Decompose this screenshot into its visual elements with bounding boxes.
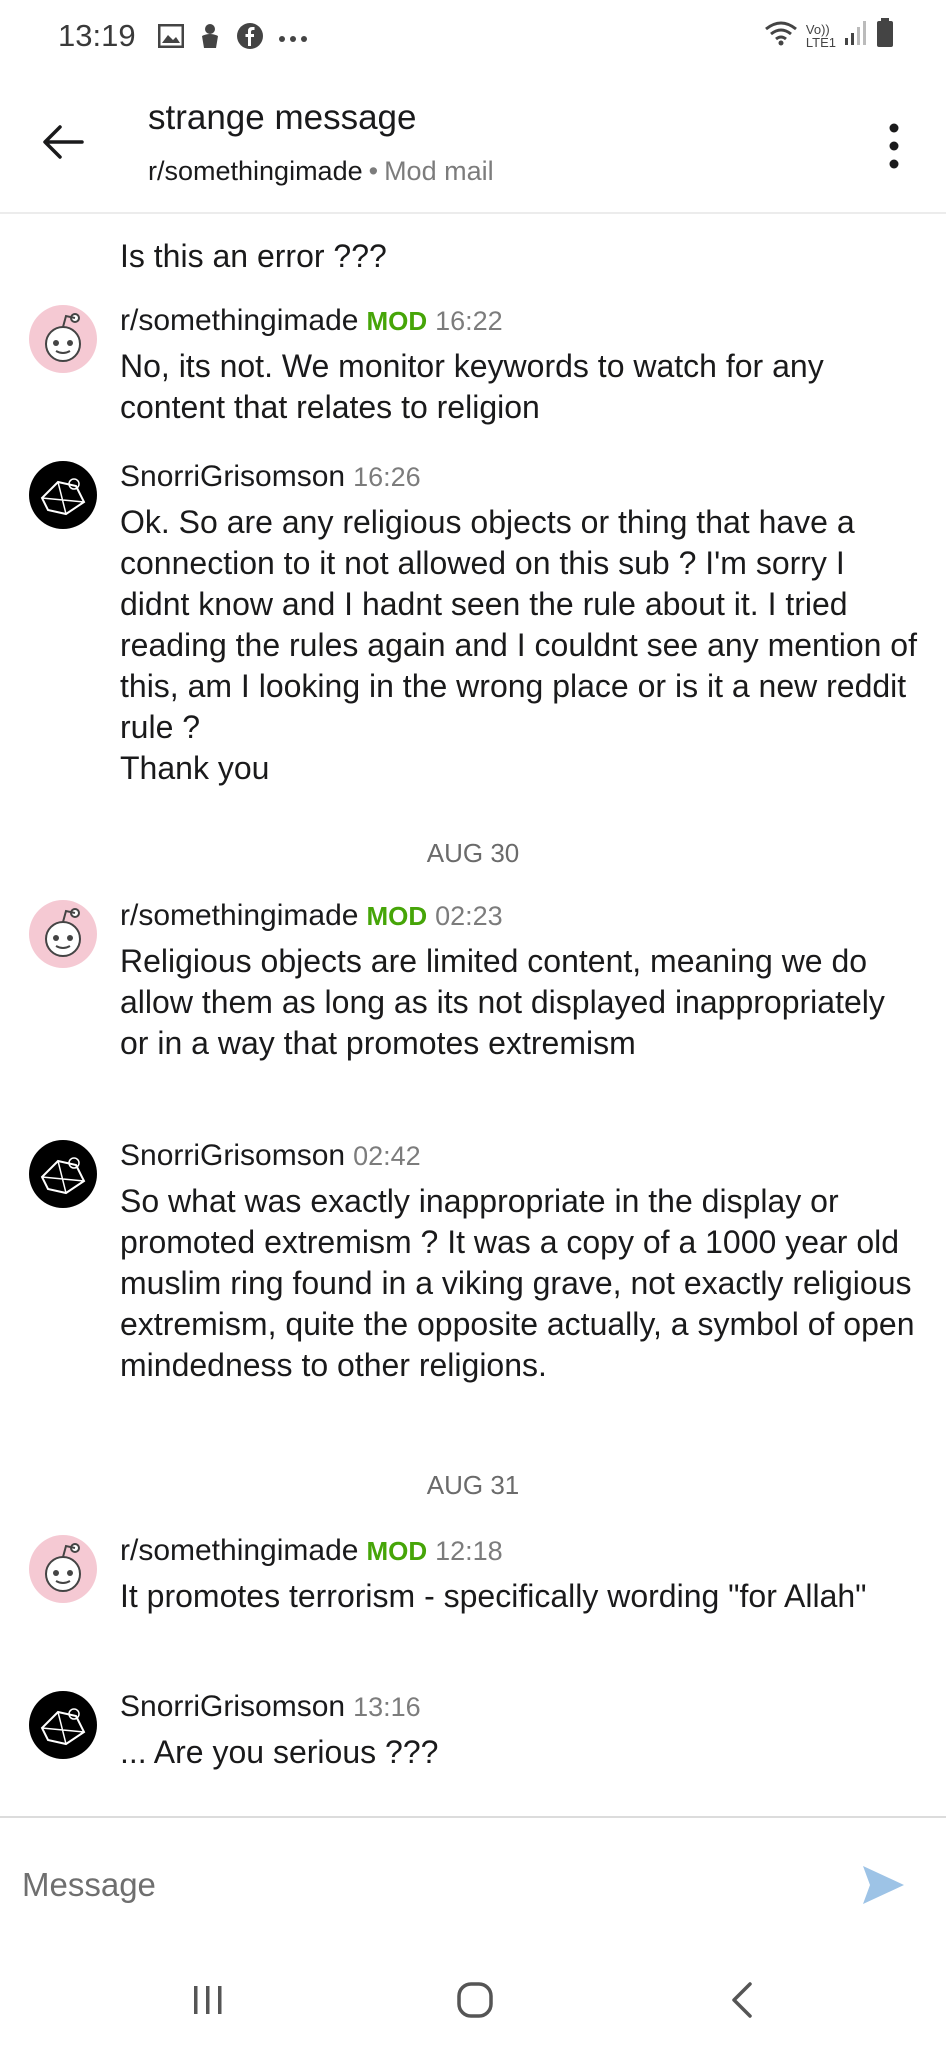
- message-author[interactable]: SnorriGrisomson: [120, 460, 345, 493]
- mod-badge: MOD: [366, 1536, 428, 1566]
- home-icon: [457, 1982, 493, 2018]
- date-separator: AUG 31: [426, 1470, 520, 1500]
- facebook-icon: [236, 22, 264, 55]
- message-body: Ok. So are any religious objects or thin…: [120, 504, 917, 786]
- network-label: Vo)) LTE1: [805, 21, 836, 50]
- message-author[interactable]: SnorriGrisomson: [120, 1139, 345, 1172]
- message-body: No, its not. We monitor keywords to watc…: [120, 348, 833, 425]
- channel-label: Mod mail: [384, 156, 494, 186]
- subreddit-link[interactable]: r/somethingimade: [148, 156, 363, 186]
- snoo-avatar-icon[interactable]: [28, 899, 98, 969]
- message-time: 12:18: [435, 1536, 503, 1566]
- message-header: r/somethingimade MOD 12:18: [120, 1534, 503, 1568]
- more-vertical-icon: [889, 123, 899, 169]
- message-list[interactable]: Is this an error ??? r/somethingimade MOD…: [0, 214, 946, 1814]
- system-nav-bar: [0, 1946, 946, 2049]
- battery-icon: [876, 18, 894, 53]
- message-body: So what was exactly inappropriate in the…: [120, 1183, 924, 1383]
- date-separator: AUG 30: [426, 838, 520, 868]
- home-button[interactable]: [446, 1976, 506, 2026]
- message-author[interactable]: SnorriGrisomson: [120, 1690, 345, 1723]
- message-header: SnorriGrisomson 13:16: [120, 1690, 421, 1724]
- recent-apps-icon: [194, 1986, 222, 2014]
- status-time: 13:19: [58, 18, 136, 53]
- message-time: 13:16: [353, 1692, 421, 1722]
- message-composer: [0, 1816, 946, 1948]
- message-header: SnorriGrisomson 16:26: [120, 460, 421, 494]
- message-time: 16:26: [353, 462, 421, 492]
- send-button[interactable]: [860, 1862, 906, 1908]
- status-bar: 13:19 Vo)) LTE1: [0, 0, 946, 80]
- message-time: 02:42: [353, 1141, 421, 1171]
- thread-subtitle: r/somethingimade • Mod mail: [148, 156, 494, 187]
- message-preview-text: Is this an error ???: [120, 238, 387, 274]
- mod-badge: MOD: [366, 901, 428, 931]
- mod-badge: MOD: [366, 306, 428, 336]
- signal-icon: [844, 20, 868, 51]
- recent-apps-button[interactable]: [182, 1976, 242, 2026]
- message-author[interactable]: r/somethingimade: [120, 304, 358, 337]
- message-time: 02:23: [435, 901, 503, 931]
- android-icon: [198, 22, 222, 55]
- app-bar: strange message r/somethingimade • Mod mai…: [0, 80, 946, 214]
- back-arrow-icon: [43, 125, 84, 159]
- back-nav-button[interactable]: [714, 1976, 774, 2026]
- user-avatar-icon[interactable]: [28, 1139, 98, 1209]
- message-header: r/somethingimade MOD 02:23: [120, 899, 503, 933]
- gallery-icon: [157, 23, 185, 53]
- message-body: ... Are you serious ???: [120, 1734, 439, 1770]
- message-time: 16:22: [435, 306, 503, 336]
- snoo-avatar-icon[interactable]: [28, 1534, 98, 1604]
- overflow-menu-button[interactable]: [882, 120, 906, 172]
- snoo-avatar-icon[interactable]: [28, 304, 98, 374]
- message-input[interactable]: [20, 1854, 824, 1916]
- back-nav-icon: [732, 1982, 752, 2018]
- message-header: r/somethingimade MOD 16:22: [120, 304, 503, 338]
- message-author[interactable]: r/somethingimade: [120, 899, 358, 932]
- send-icon: [863, 1866, 904, 1904]
- message-author[interactable]: r/somethingimade: [120, 1534, 358, 1567]
- user-avatar-icon[interactable]: [28, 460, 98, 530]
- back-button[interactable]: [38, 116, 90, 168]
- message-header: SnorriGrisomson 02:42: [120, 1139, 421, 1173]
- more-notifications-icon: [278, 30, 308, 48]
- wifi-icon: [764, 20, 798, 51]
- message-body: Religious objects are limited content, m…: [120, 943, 894, 1061]
- separator-dot: •: [368, 156, 379, 186]
- thread-title: strange message: [148, 98, 417, 137]
- message-body: It promotes terrorism - specifically wor…: [120, 1578, 867, 1614]
- user-avatar-icon[interactable]: [28, 1690, 98, 1760]
